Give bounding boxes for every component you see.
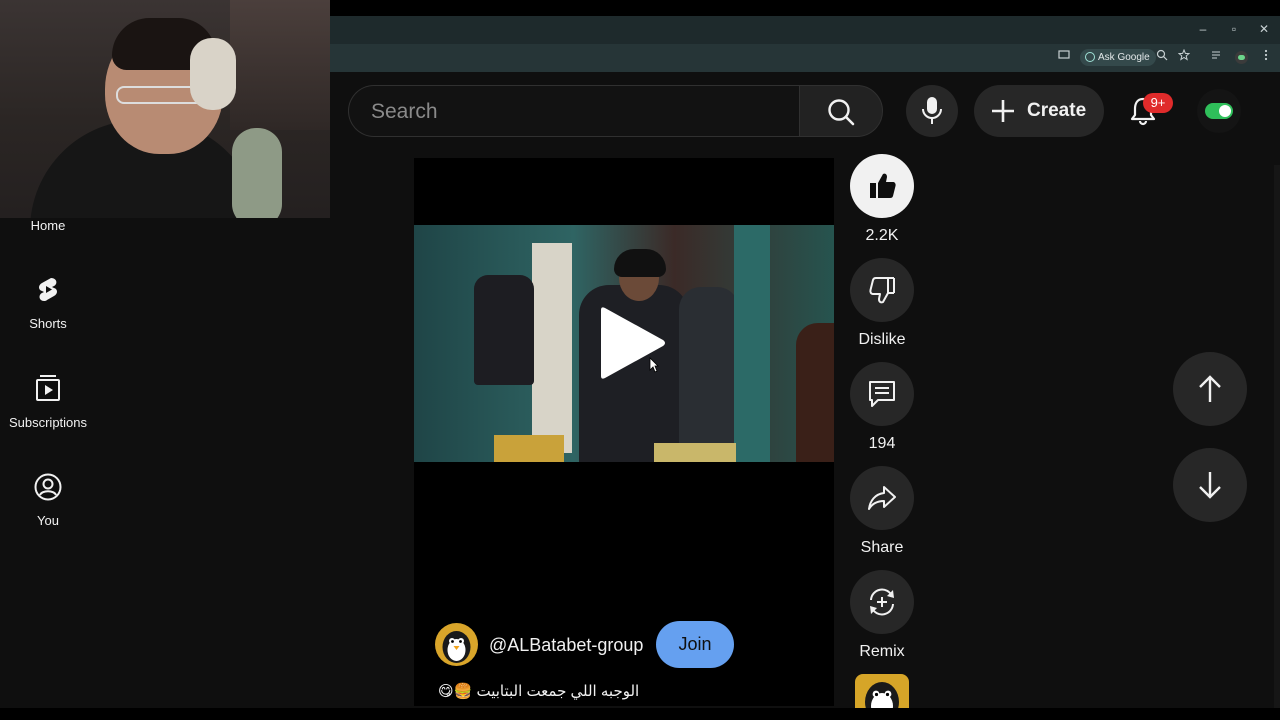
google-lens-icon <box>1085 52 1095 62</box>
close-window-button[interactable]: ✕ <box>1252 18 1276 40</box>
sidebar-item-you[interactable]: You <box>0 473 96 543</box>
sound-thumbnail[interactable] <box>855 674 909 708</box>
subscriptions-icon <box>36 375 60 401</box>
remix-icon <box>870 588 894 616</box>
share-label: Share <box>860 539 904 556</box>
arrow-down-icon <box>1199 472 1221 499</box>
webcam-headphones <box>190 38 236 110</box>
sidebar-item-shorts[interactable]: Shorts <box>0 276 96 346</box>
previous-video-button[interactable] <box>1173 352 1247 426</box>
next-video-button[interactable] <box>1173 448 1247 522</box>
sidebar-label-home: Home <box>30 218 66 233</box>
more-menu-icon[interactable] <box>1257 48 1275 66</box>
dislike-button[interactable] <box>850 258 914 322</box>
sidebar-label-you: You <box>37 513 59 528</box>
penguin-icon <box>865 682 899 708</box>
maximize-button[interactable]: ▫ <box>1222 18 1246 40</box>
like-count: 2.2K <box>865 227 899 244</box>
dislike-label: Dislike <box>858 331 906 348</box>
bookmark-star-icon[interactable] <box>1175 48 1193 66</box>
search-button[interactable] <box>799 85 883 137</box>
channel-avatar[interactable] <box>435 623 478 666</box>
like-button[interactable] <box>850 154 914 218</box>
share-icon <box>868 486 896 510</box>
toggle-icon <box>1205 103 1233 119</box>
webcam-microphone <box>232 128 282 218</box>
search-box[interactable] <box>348 85 800 138</box>
webcam-overlay <box>0 0 330 218</box>
remix-button[interactable] <box>850 570 914 634</box>
mouse-cursor-icon <box>649 357 659 373</box>
scene-yellow-box <box>494 435 564 462</box>
microphone-icon <box>922 97 942 124</box>
create-button[interactable]: Create <box>974 85 1104 137</box>
page-scrollbar[interactable] <box>1274 165 1280 708</box>
you-icon <box>34 473 62 501</box>
cast-icon[interactable] <box>1055 48 1073 66</box>
reading-list-icon[interactable] <box>1208 48 1226 66</box>
penguin-icon <box>442 631 471 663</box>
zoom-icon[interactable] <box>1153 48 1171 66</box>
minimize-button[interactable]: – <box>1191 18 1215 40</box>
webcam-background-shelf <box>230 0 330 130</box>
sidebar-label-shorts: Shorts <box>29 316 67 331</box>
ask-google-button[interactable]: Ask Google <box>1080 49 1156 66</box>
scene-wall <box>734 225 770 462</box>
scene-second-man <box>679 287 739 462</box>
share-button[interactable] <box>850 466 914 530</box>
scene-wig <box>614 249 666 277</box>
ask-google-label: Ask Google <box>1098 52 1150 63</box>
comment-count: 194 <box>868 435 896 452</box>
search-icon <box>828 99 855 126</box>
voice-search-button[interactable] <box>906 85 958 137</box>
comment-icon <box>869 381 895 407</box>
sidebar-label-subscriptions: Subscriptions <box>8 415 88 430</box>
sidebar-item-subscriptions[interactable]: Subscriptions <box>0 374 96 444</box>
notification-count-badge: 9+ <box>1143 93 1173 113</box>
join-button[interactable]: Join <box>656 621 734 668</box>
plus-icon <box>992 100 1014 122</box>
scene-coats <box>474 275 534 385</box>
thumbs-down-icon <box>869 277 895 304</box>
taskbar-edge <box>0 708 1280 720</box>
search-input[interactable] <box>369 86 783 138</box>
scene-tray <box>654 443 736 462</box>
create-label: Create <box>1027 100 1087 121</box>
thumbs-up-icon <box>870 173 896 198</box>
arrow-up-icon <box>1199 375 1221 402</box>
shorts-icon <box>39 278 57 301</box>
channel-handle[interactable]: @ALBatabet-group <box>489 635 643 656</box>
scene-door <box>532 243 572 453</box>
profile-icon[interactable] <box>1235 51 1248 64</box>
account-avatar[interactable] <box>1197 89 1241 133</box>
remix-label: Remix <box>859 643 905 660</box>
video-caption[interactable]: الوجبه اللي جمعت البتابيت 🍔😋 <box>438 682 639 700</box>
comments-button[interactable] <box>850 362 914 426</box>
